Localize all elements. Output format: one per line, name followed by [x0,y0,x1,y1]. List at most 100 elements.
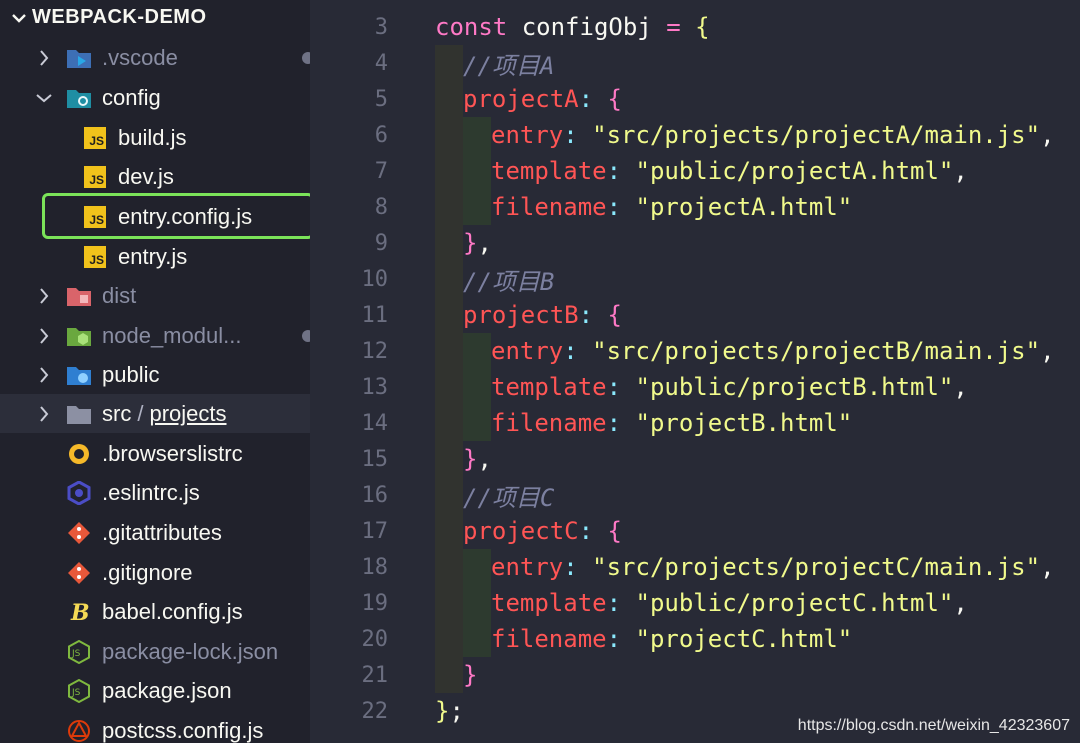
code-line[interactable]: 18 entry: "src/projects/projectC/main.js… [310,549,1080,585]
browserslist-icon [66,442,92,466]
line-number: 19 [361,590,389,616]
tree-item-label: public [102,361,160,387]
tree-item-label: .gitignore [102,559,193,585]
line-number: 12 [361,338,389,364]
code-line[interactable]: 8 filename: "projectA.html" [310,189,1080,225]
tree-item-label: package-lock.json [102,638,279,664]
code-line[interactable]: 19 template: "public/projectC.html", [310,585,1080,621]
tree-item-label: src [102,400,132,426]
code-line[interactable]: 20 filename: "projectC.html" [310,621,1080,657]
chevron-right-icon [36,287,52,304]
workspace-title: WEBPACK-DEMO [32,6,207,28]
tree-item-browserslistrc[interactable]: .browserslistrc [0,434,310,473]
code-editor[interactable]: 3 const configObj = { 4 //项目A 5 projectA… [310,0,1080,743]
tree-item-label: dist [102,282,137,308]
modified-dot-icon [302,51,310,64]
tree-item-dev-js[interactable]: JS dev.js [0,157,310,196]
code-line[interactable]: 21 } [310,657,1080,693]
line-number: 18 [361,554,389,580]
explorer-sidebar: WEBPACK-DEMO .vscode config JS build.js … [0,0,310,743]
tree-item-package-lock[interactable]: JS package-lock.json [0,632,310,671]
chevron-down-icon [12,6,26,29]
tree-item-label: postcss.config.js [102,717,264,743]
tree-item-node-modules[interactable]: node_modul... [0,316,310,355]
tree-item-package-json[interactable]: JS package.json [0,671,310,710]
vscode-folder-icon [66,46,92,70]
dist-folder-icon [66,284,92,308]
line-number: 14 [361,410,389,436]
git-icon [66,561,92,585]
tree-item-label: dev.js [118,163,174,189]
tree-item-gitignore[interactable]: .gitignore [0,553,310,592]
json-icon: JS [66,678,92,703]
tree-item-build-js[interactable]: JS build.js [0,118,310,157]
public-folder-icon [66,363,92,387]
js-file-icon: JS [82,126,108,150]
line-number: 20 [361,626,389,652]
tree-item-label: .gitattributes [102,519,222,545]
highlight-box [42,193,310,239]
tree-item-label: .eslintrc.js [102,479,200,505]
code-line[interactable]: 11 projectB: { [310,297,1080,333]
svg-text:JS: JS [71,649,81,659]
code-line[interactable]: 7 template: "public/projectA.html", [310,153,1080,189]
line-number: 16 [361,482,389,508]
tree-item-vscode[interactable]: .vscode [0,38,310,77]
line-number: 6 [374,122,388,148]
tree-item-babel-config[interactable]: B babel.config.js [0,592,310,631]
tree-item-config[interactable]: config [0,78,310,117]
tree-item-label: babel.config.js [102,598,243,624]
folder-icon [66,402,92,426]
code-line[interactable]: 10 //项目B [310,261,1080,297]
svg-text:B: B [70,600,90,624]
chevron-right-icon [36,49,52,66]
code-line[interactable]: 15 }, [310,441,1080,477]
config-folder-icon [66,86,92,110]
babel-icon: B [66,600,92,624]
tree-item-public[interactable]: public [0,355,310,394]
line-number: 4 [374,50,388,76]
postcss-icon [66,719,92,743]
tree-item-label: package.json [102,677,232,703]
code-line[interactable]: 5 projectA: { [310,81,1080,117]
tree-item-postcss-config[interactable]: postcss.config.js [0,711,310,743]
line-number: 22 [361,698,389,724]
code-line[interactable]: 12 entry: "src/projects/projectB/main.js… [310,333,1080,369]
git-icon [66,521,92,545]
line-number: 7 [374,158,388,184]
code-line[interactable]: 13 template: "public/projectB.html", [310,369,1080,405]
chevron-right-icon [36,405,52,422]
tree-item-dist[interactable]: dist [0,276,310,315]
path-separator: / [137,400,144,426]
tree-item-gitattributes[interactable]: .gitattributes [0,513,310,552]
code-line[interactable]: 4 //项目A [310,45,1080,81]
line-number: 5 [374,86,388,112]
code-line[interactable]: 14 filename: "projectB.html" [310,405,1080,441]
json-icon: JS [66,639,92,664]
tree-item-entry-js[interactable]: JS entry.js [0,237,310,276]
code-line[interactable]: 3 const configObj = { [310,9,1080,45]
tree-item-src-projects[interactable]: src / projects [0,394,310,433]
line-number: 17 [361,518,389,544]
tree-item-label: config [102,84,161,110]
explorer-header[interactable]: WEBPACK-DEMO [12,6,207,29]
tree-item-label: build.js [118,124,187,150]
eslint-icon [66,480,92,505]
line-number: 13 [361,374,389,400]
code-line[interactable]: 16 //项目C [310,477,1080,513]
tree-item-label: .vscode [102,44,178,70]
line-number: 15 [361,446,389,472]
chevron-right-icon [36,327,52,344]
code-line[interactable]: 6 entry: "src/projects/projectA/main.js"… [310,117,1080,153]
svg-text:JS: JS [71,688,81,698]
tree-item-eslintrc[interactable]: .eslintrc.js [0,473,310,512]
line-number: 9 [374,230,388,256]
tree-item-label-sub[interactable]: projects [149,401,226,427]
js-file-icon: JS [82,165,108,189]
chevron-down-icon [36,90,52,106]
code-line[interactable]: 17 projectC: { [310,513,1080,549]
code-line[interactable]: 9 }, [310,225,1080,261]
line-number: 8 [374,194,388,220]
tree-item-label: .browserslistrc [102,440,243,466]
tree-item-label: node_modul... [102,322,242,348]
